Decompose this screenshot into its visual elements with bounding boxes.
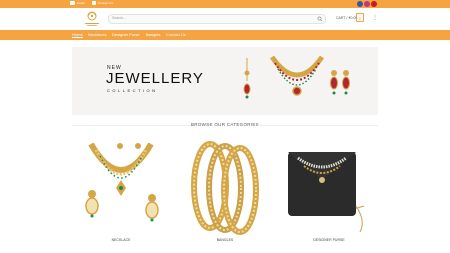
phone-label: Contact Us	[98, 1, 113, 5]
cart-count: 0	[358, 16, 362, 21]
phone-icon	[92, 1, 96, 5]
site-logo[interactable]	[80, 10, 104, 28]
section-title: BROWSE OUR CATEGORIES	[191, 122, 259, 127]
main-nav: Home Necklaces Designer Purse Bangles Co…	[0, 30, 450, 40]
nav-item-home[interactable]: Home	[72, 32, 83, 38]
cart-icon[interactable]: 0	[356, 13, 364, 22]
nav-item-designer-purse[interactable]: Designer Purse	[112, 32, 140, 37]
instagram-icon[interactable]	[364, 1, 370, 7]
category-card-designer-purse[interactable]	[284, 136, 374, 236]
nav-item-contact-us[interactable]: Contact Us	[166, 32, 186, 37]
category-card-necklace[interactable]	[76, 136, 166, 236]
email-label: Email	[77, 1, 85, 5]
banner-line-collection: COLLECTION	[107, 88, 158, 93]
category-label-designer-purse[interactable]: DESIGNER PURSE	[284, 238, 374, 242]
phone-contact[interactable]: Contact Us	[92, 1, 113, 5]
cart-label[interactable]: CART / ₹0.00	[336, 16, 357, 20]
top-bar: Email Contact Us	[0, 0, 450, 8]
email-icon	[70, 1, 75, 5]
search-placeholder: Search...	[112, 16, 127, 20]
category-card-bangles[interactable]	[180, 136, 270, 236]
purse-image	[288, 152, 365, 233]
banner-line-jewellery: JEWELLERY	[106, 70, 204, 87]
search-icon[interactable]	[317, 16, 323, 22]
hero-banner[interactable]: NEW JEWELLERY COLLECTION	[72, 47, 378, 115]
section-divider-right	[258, 125, 378, 126]
search-input[interactable]: Search...	[108, 14, 326, 24]
bangles-image	[191, 141, 259, 235]
banner-jewellery-image	[243, 55, 350, 99]
category-label-necklace[interactable]: NECKLACE	[76, 238, 166, 242]
nav-item-necklaces[interactable]: Necklaces	[88, 32, 106, 37]
nav-item-bangles[interactable]: Bangles	[146, 32, 160, 37]
category-label-bangles[interactable]: BANGLES	[180, 238, 270, 242]
youtube-icon[interactable]	[371, 1, 377, 7]
facebook-icon[interactable]	[357, 1, 363, 7]
email-contact[interactable]: Email	[70, 1, 85, 5]
necklace-image	[85, 142, 159, 222]
more-menu-icon[interactable]: ⋮	[372, 14, 378, 22]
